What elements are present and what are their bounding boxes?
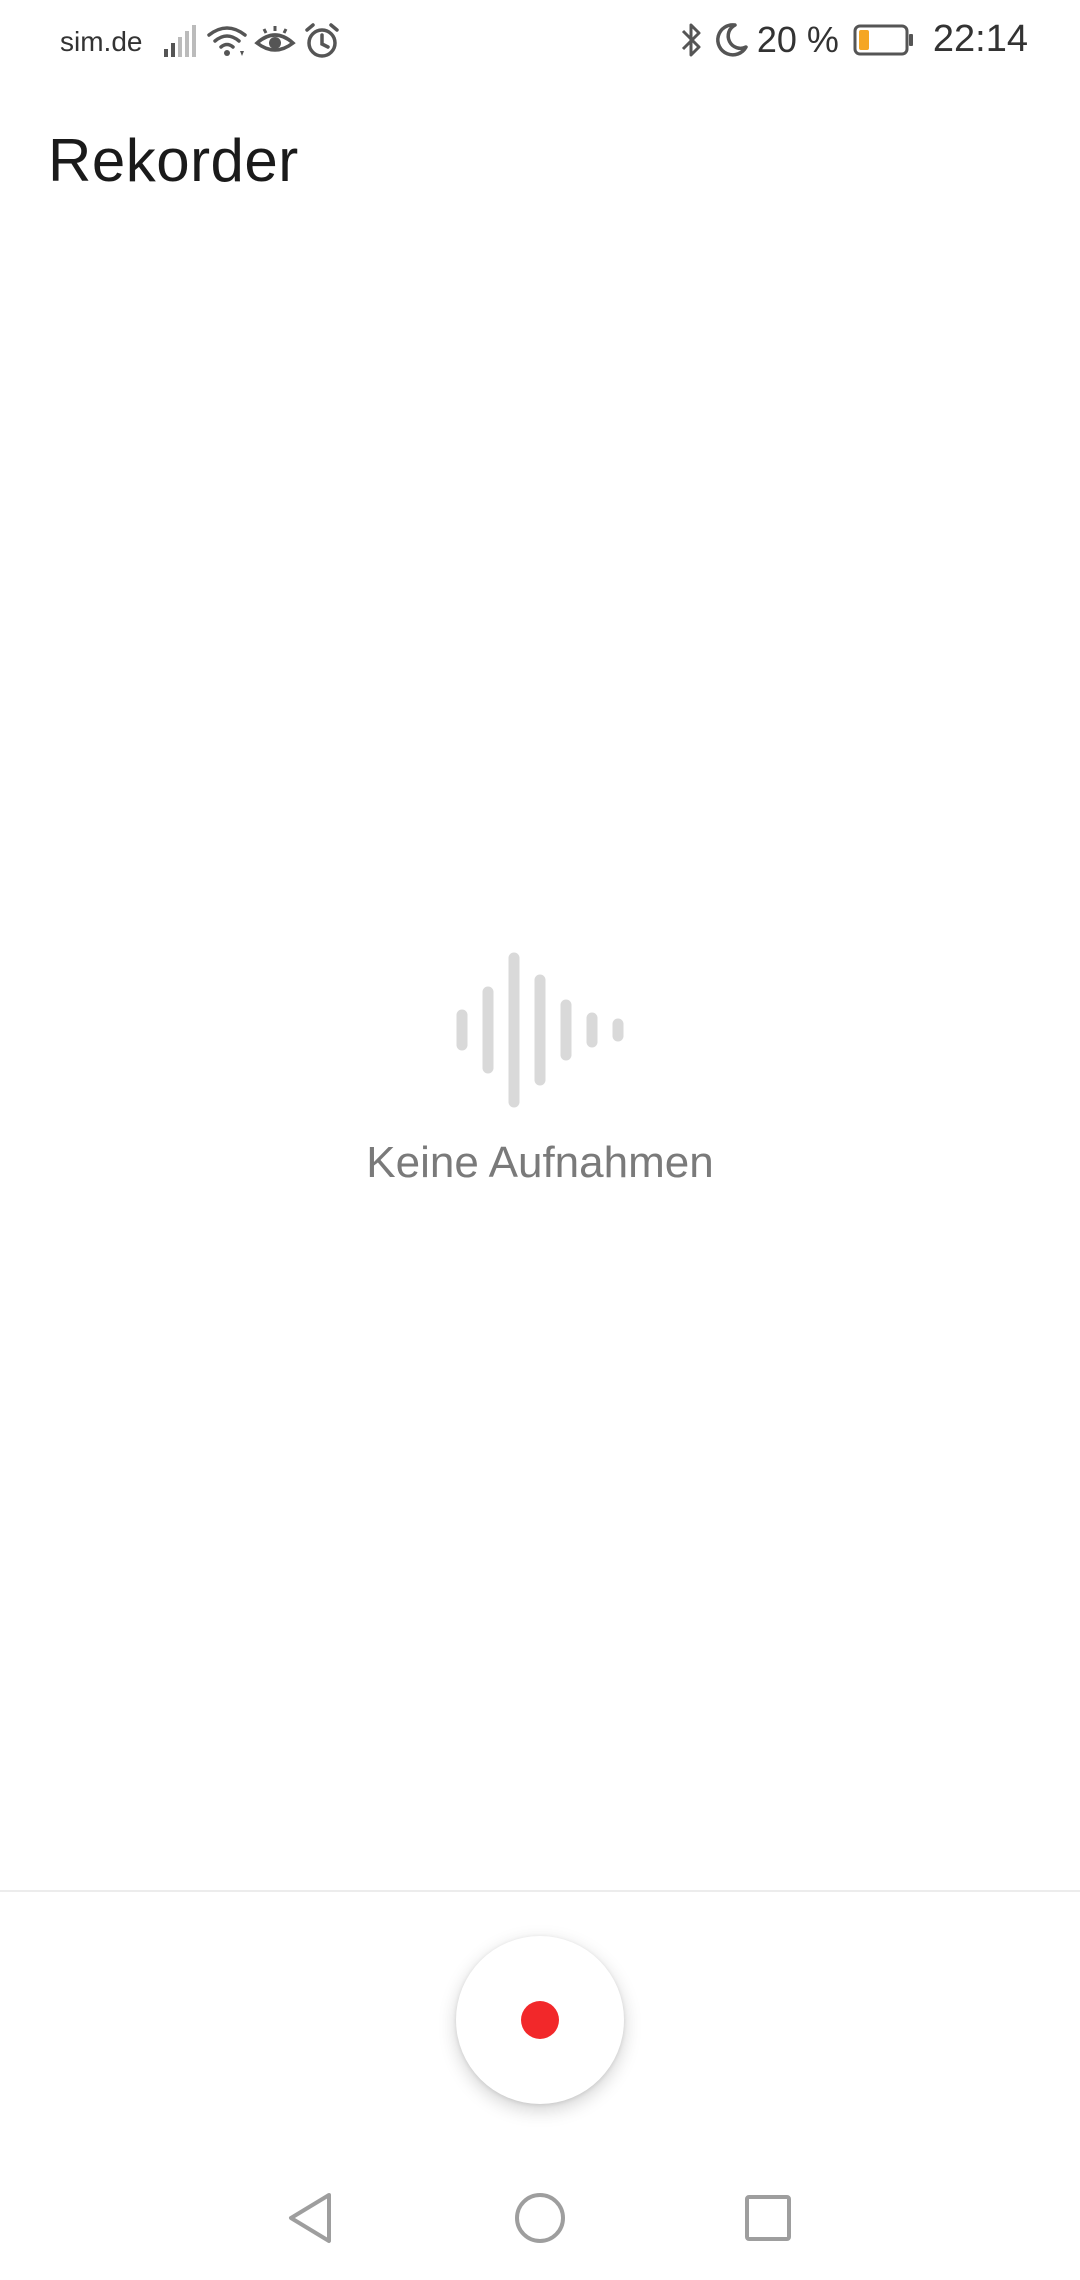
home-icon (513, 2191, 567, 2250)
nav-recent-apps-button[interactable] (738, 2190, 798, 2250)
record-icon (521, 2001, 559, 2039)
battery-percent: 20 % (756, 18, 839, 60)
alarm-icon (302, 22, 342, 60)
carrier-label: sim.de (60, 26, 143, 57)
bluetooth-icon (679, 21, 705, 59)
divider (0, 1890, 1080, 1892)
eye-comfort-icon (254, 23, 296, 59)
nav-back-button[interactable] (280, 2190, 340, 2250)
status-bar: sim.de 20 % 22:14 (0, 0, 1080, 92)
navigation-bar (0, 2160, 1080, 2270)
status-right: 20 % 22:14 (679, 18, 1028, 61)
empty-state-message: Keine Aufnahmen (366, 1138, 714, 1187)
page-title: Rekorder (48, 127, 299, 194)
back-icon (285, 2191, 335, 2250)
waveform-icon (450, 950, 630, 1110)
recorder-screen: sim.de 20 % 22:14 Rekorder Keine Aufnahm… (0, 0, 1080, 2280)
record-button[interactable] (456, 1936, 624, 2104)
signal-icon (160, 23, 200, 59)
clock: 22:14 (932, 18, 1028, 60)
nav-home-button[interactable] (510, 2190, 570, 2250)
status-left-icons (160, 22, 342, 60)
empty-state: Keine Aufnahmen (0, 950, 1080, 1188)
battery-icon (853, 24, 915, 56)
wifi-icon (206, 23, 248, 59)
moon-icon (713, 21, 749, 59)
recent-apps-icon (743, 2193, 793, 2248)
